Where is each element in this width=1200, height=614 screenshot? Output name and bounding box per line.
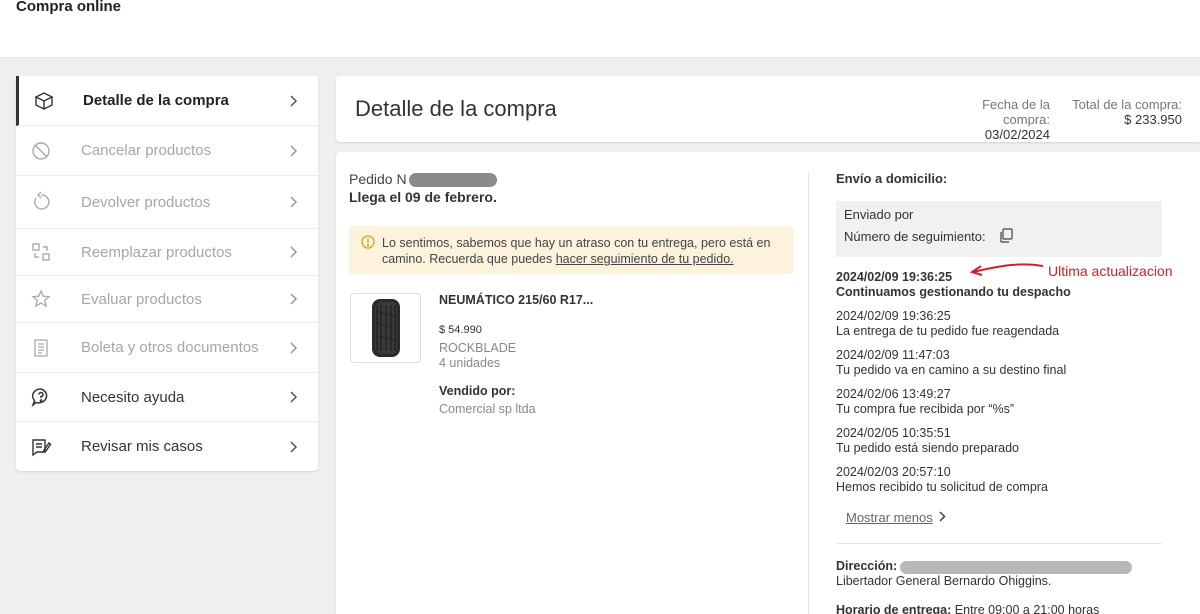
return-icon [30, 191, 52, 213]
tire-image [371, 299, 400, 357]
copy-icon[interactable] [994, 223, 1018, 247]
help-icon [30, 386, 52, 408]
purchase-total: Total de la compra: $ 233.950 [1062, 97, 1182, 127]
tracking-number-label: Número de seguimiento: [844, 229, 986, 244]
sidebar-item-rate-products: Evaluar productos [16, 276, 318, 323]
chevron-right-icon [939, 510, 946, 525]
sidebar-item-label: Cancelar productos [81, 142, 212, 159]
purchase-date-label: Fecha de la compra: [982, 97, 1050, 127]
sidebar-item-label: Revisar mis casos [81, 438, 203, 455]
page-title: Detalle de la compra [355, 96, 557, 121]
event-date: 2024/02/09 19:36:25 [836, 309, 951, 323]
tracking-event: 2024/02/06 13:49:27 Tu compra fue recibi… [836, 387, 1014, 417]
section-divider [836, 543, 1162, 544]
purchase-total-label: Total de la compra: [1072, 97, 1182, 112]
sidebar-item-replace-products: Reemplazar productos [16, 229, 318, 276]
sidebar-item-label: Boleta y otros documentos [81, 339, 259, 356]
replace-icon [30, 241, 52, 263]
event-date: 2024/02/06 13:49:27 [836, 387, 951, 401]
sidebar-item-label: Reemplazar productos [81, 243, 232, 261]
order-detail-card: Pedido N Llega el 09 de febrero. Lo sent… [336, 152, 1200, 614]
tracking-event: 2024/02/09 11:47:03 Tu pedido va en cami… [836, 348, 1066, 378]
purchase-date: Fecha de la compra: 03/02/2024 [932, 97, 1050, 142]
sidebar-item-label: Evaluar productos [81, 290, 202, 308]
product-thumbnail[interactable] [350, 293, 421, 363]
chevron-right-icon [288, 196, 300, 208]
delay-alert: Lo sentimos, sabemos que hay un atraso c… [349, 226, 793, 274]
shipping-title: Envío a domicilio: [836, 171, 948, 186]
track-order-link[interactable]: hacer seguimiento de tu pedido. [556, 252, 734, 266]
alert-message: Lo sentimos, sabemos que hay un atraso c… [382, 235, 787, 267]
cancel-icon [30, 140, 52, 162]
sent-by-label: Enviado por [844, 207, 914, 222]
event-date: 2024/02/03 20:57:10 [836, 465, 951, 479]
sidebar-item-return-products: Devolver productos [16, 176, 318, 229]
seller-name: Comercial sp ltda [439, 402, 536, 416]
sidebar-item-help[interactable]: Necesito ayuda [16, 373, 318, 422]
purchase-date-value: 03/02/2024 [984, 127, 1050, 142]
sidebar-item-label: Necesito ayuda [81, 388, 185, 406]
event-status: Tu pedido va en camino a su destino fina… [836, 363, 1067, 377]
box-icon [33, 90, 55, 112]
purchase-header: Detalle de la compra Fecha de la compra:… [336, 76, 1200, 142]
product-brand: ROCKBLADE [439, 341, 517, 355]
event-status: La entrega de tu pedido fue reagendada [836, 324, 1060, 338]
show-less-button[interactable]: Mostrar menos [846, 510, 946, 525]
event-status: Tu compra fue recibida por “%s” [836, 402, 1015, 416]
sidebar-item-label: Devolver productos [81, 193, 211, 211]
app-title: Compra online [16, 0, 122, 15]
star-icon [30, 288, 52, 310]
sidebar-item-purchase-detail[interactable]: Detalle de la compra [16, 76, 318, 126]
event-status: Continuamos gestionando tu despacho [836, 285, 1071, 299]
chevron-right-icon [288, 341, 300, 354]
product-units: 4 unidades [439, 356, 501, 370]
annotation-arrow-icon [969, 263, 1044, 276]
delivery-hours: Horario de entrega: Entre 09:00 a 21:00 … [836, 603, 1099, 614]
sidebar-item-cases[interactable]: Revisar mis casos [16, 422, 318, 471]
info-icon [361, 235, 375, 254]
product-price: $ 54.990 [439, 324, 482, 336]
chevron-right-icon [288, 246, 300, 258]
arrival-date: Llega el 09 de febrero. [349, 189, 497, 205]
order-number-label: Pedido N [349, 171, 407, 187]
tracking-box: Enviado por Número de seguimiento: [836, 201, 1162, 257]
delivery-hours-value: Entre 09:00 a 21:00 horas [954, 603, 1100, 614]
purchase-total-value: $ 233.950 [1124, 112, 1182, 127]
event-date: 2024/02/09 11:47:03 [836, 348, 950, 362]
tracking-event: 2024/02/05 10:35:51 Tu pedido está siend… [836, 426, 1019, 456]
sidebar-item-documents: Boleta y otros documentos [16, 323, 318, 373]
show-less-label: Mostrar menos [846, 510, 933, 525]
tracking-event: 2024/02/03 20:57:10 Hemos recibido tu so… [836, 465, 1048, 495]
chevron-right-icon [288, 293, 300, 305]
address-label: Dirección: [836, 559, 898, 573]
top-bar: Compra online [0, 0, 1200, 58]
sidebar-item-cancel-products: Cancelar productos [16, 126, 318, 176]
product-name[interactable]: NEUMÁTICO 215/60 R17... [439, 293, 593, 307]
annotation-label: Ultima actualizacion [1048, 263, 1173, 279]
event-status: Tu pedido está siendo preparado [836, 441, 1020, 455]
sold-by-label: Vendido por: [439, 384, 516, 398]
chevron-right-icon [288, 440, 300, 453]
cases-icon [30, 436, 52, 458]
event-status: Hemos recibido tu solicitud de compra [836, 480, 1048, 494]
redacted-address [900, 561, 1132, 574]
chevron-right-icon [288, 94, 300, 107]
address-line-2: Libertador General Bernardo Ohiggins. [836, 574, 1052, 588]
tracking-event: 2024/02/09 19:36:25 La entrega de tu ped… [836, 309, 1059, 339]
delivery-hours-label: Horario de entrega: [836, 603, 952, 614]
sidebar-menu: Detalle de la compra Cancelar productos … [16, 76, 318, 471]
chevron-right-icon [288, 391, 300, 403]
redacted-order-number [409, 173, 497, 187]
event-date: 2024/02/05 10:35:51 [836, 426, 951, 440]
document-icon [30, 337, 52, 359]
sidebar-item-label: Detalle de la compra [83, 92, 229, 109]
chevron-right-icon [288, 144, 300, 157]
column-divider [808, 172, 809, 614]
